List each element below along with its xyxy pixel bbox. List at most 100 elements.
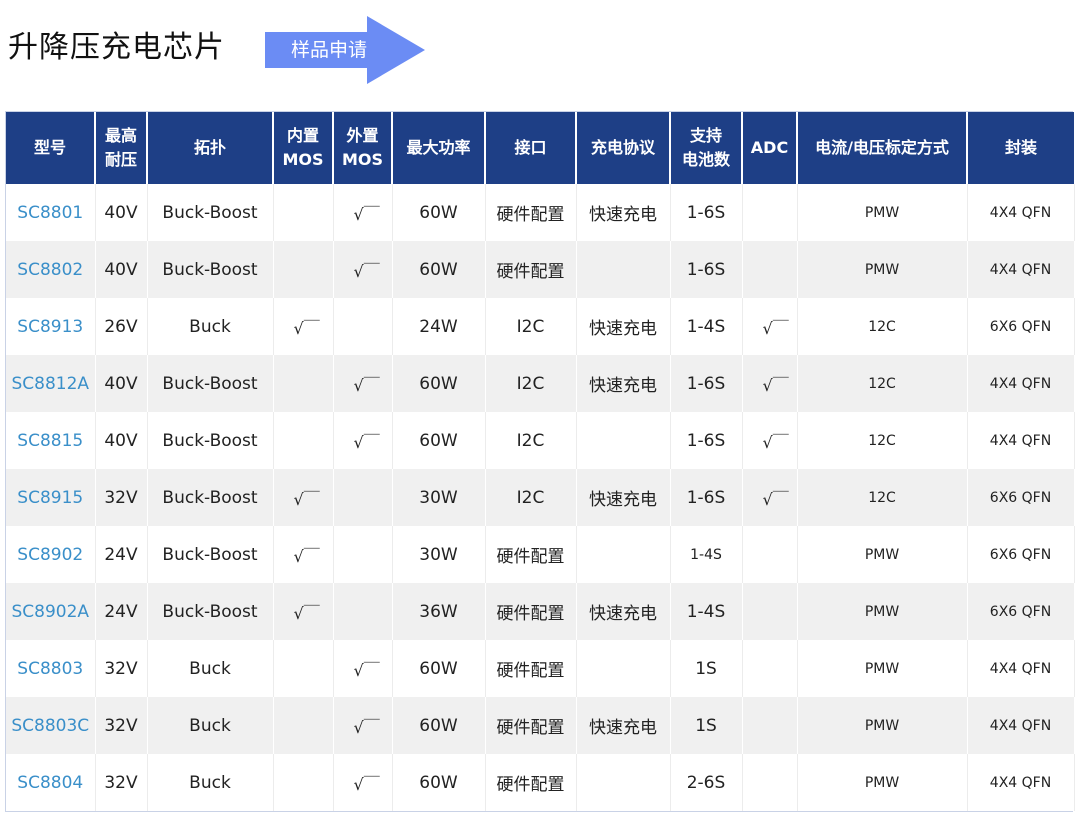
column-header-ext-mos: 外置 MOS <box>333 112 393 184</box>
sample-request-button[interactable]: 样品申请 <box>265 16 425 84</box>
cell-int-mos-check-icon: √￣ <box>273 526 334 583</box>
cell-pmax: 60W <box>392 355 486 412</box>
table-row: SC8801 40V Buck-Boost √￣ 60W 硬件配置 快速充电 1-6S PMW 4… <box>6 184 1075 241</box>
column-header-topology: 拓扑 <box>147 112 274 184</box>
cell-vmax: 32V <box>95 754 148 811</box>
table-row: SC8913 26V Buck √￣ 24W I2C 快速充电 1-4S √￣ 12C 6X6 QF… <box>6 298 1075 355</box>
cell-package: 4X4 QFN <box>967 184 1075 241</box>
model-link[interactable]: SC8801 <box>6 184 96 241</box>
cell-interface: I2C <box>485 355 577 412</box>
column-header-protocol: 充电协议 <box>576 112 671 184</box>
cell-vmax: 24V <box>95 526 148 583</box>
column-header-line1: 外置 <box>346 126 379 145</box>
column-header-line1: 封装 <box>1004 138 1037 157</box>
cell-interface: 硬件配置 <box>485 583 577 640</box>
model-link[interactable]: SC8902 <box>6 526 96 583</box>
model-link[interactable]: SC8803 <box>6 640 96 697</box>
cell-ext-mos-check-icon: √￣ <box>333 184 393 241</box>
cell-cells: 1-4S <box>670 526 743 583</box>
cell-ext-mos <box>333 298 393 355</box>
column-header-pmax: 最大功率 <box>392 112 486 184</box>
cell-adc-check-icon: √￣ <box>742 298 798 355</box>
cell-cells: 1-6S <box>670 469 743 526</box>
cell-package: 4X4 QFN <box>967 697 1075 754</box>
cell-adc <box>742 697 798 754</box>
cell-protocol <box>576 241 671 298</box>
table-row: SC8803C 32V Buck √￣ 60W 硬件配置 快速充电 1S PMW 4X4 QFN <box>6 697 1075 754</box>
cell-pmax: 60W <box>392 697 486 754</box>
cell-cells: 1-6S <box>670 412 743 469</box>
cell-int-mos <box>273 241 334 298</box>
cell-topology: Buck-Boost <box>147 469 274 526</box>
column-header-line1: 支持 <box>689 126 722 145</box>
column-header-line1: ADC <box>750 138 789 157</box>
model-link[interactable]: SC8804 <box>6 754 96 811</box>
table-body: SC8801 40V Buck-Boost √￣ 60W 硬件配置 快速充电 1-6S PMW 4… <box>6 184 1075 811</box>
cell-vmax: 40V <box>95 184 148 241</box>
cell-pmax: 60W <box>392 640 486 697</box>
column-header-line1: 拓扑 <box>193 138 226 157</box>
cell-calib: PMW <box>797 640 968 697</box>
cell-adc-check-icon: √￣ <box>742 355 798 412</box>
cell-package: 6X6 QFN <box>967 526 1075 583</box>
model-link[interactable]: SC8803C <box>6 697 96 754</box>
cell-ext-mos-check-icon: √￣ <box>333 754 393 811</box>
cell-pmax: 60W <box>392 412 486 469</box>
cell-ext-mos-check-icon: √￣ <box>333 697 393 754</box>
model-link[interactable]: SC8915 <box>6 469 96 526</box>
cell-calib: PMW <box>797 526 968 583</box>
column-header-line1: 型号 <box>33 138 66 157</box>
table-row: SC8804 32V Buck √￣ 60W 硬件配置 2-6S PMW 4X4 QFN <box>6 754 1075 811</box>
cell-interface: I2C <box>485 298 577 355</box>
cell-vmax: 24V <box>95 583 148 640</box>
cell-vmax: 40V <box>95 412 148 469</box>
cell-vmax: 32V <box>95 697 148 754</box>
cell-cells: 2-6S <box>670 754 743 811</box>
cell-calib: PMW <box>797 583 968 640</box>
cell-package: 4X4 QFN <box>967 241 1075 298</box>
cell-adc <box>742 640 798 697</box>
table-header: 型号 最高 耐压 拓扑 内置 MOS 外置 MOS 最大功率 接口 充电协议 支持 电池数 ADC 电流/电… <box>6 112 1074 184</box>
column-header-cells: 支持 电池数 <box>670 112 743 184</box>
cell-interface: 硬件配置 <box>485 526 577 583</box>
column-header-line2: 电池数 <box>681 150 730 169</box>
cell-interface: 硬件配置 <box>485 184 577 241</box>
cell-interface: 硬件配置 <box>485 754 577 811</box>
column-header-line1: 充电协议 <box>590 138 655 157</box>
model-link[interactable]: SC8815 <box>6 412 96 469</box>
cell-interface: 硬件配置 <box>485 640 577 697</box>
column-header-line1: 最大功率 <box>406 138 471 157</box>
product-table: 型号 最高 耐压 拓扑 内置 MOS 外置 MOS 最大功率 接口 充电协议 支持 电池数 ADC 电流/电… <box>6 112 1075 811</box>
cell-pmax: 36W <box>392 583 486 640</box>
model-link[interactable]: SC8902A <box>6 583 96 640</box>
cell-calib: PMW <box>797 754 968 811</box>
cell-protocol <box>576 640 671 697</box>
model-link[interactable]: SC8913 <box>6 298 96 355</box>
cell-pmax: 60W <box>392 754 486 811</box>
cell-package: 4X4 QFN <box>967 754 1075 811</box>
cell-protocol: 快速充电 <box>576 298 671 355</box>
cell-cells: 1S <box>670 640 743 697</box>
cell-pmax: 60W <box>392 184 486 241</box>
table-row: SC8812A 40V Buck-Boost √￣ 60W I2C 快速充电 1-6S √￣ 12… <box>6 355 1075 412</box>
cell-protocol: 快速充电 <box>576 697 671 754</box>
model-link[interactable]: SC8802 <box>6 241 96 298</box>
cell-cells: 1-6S <box>670 241 743 298</box>
cell-package: 6X6 QFN <box>967 469 1075 526</box>
cell-vmax: 26V <box>95 298 148 355</box>
cell-calib: 12C <box>797 355 968 412</box>
cell-package: 4X4 QFN <box>967 355 1075 412</box>
table-row: SC8902A 24V Buck-Boost √￣ 36W 硬件配置 快速充电 1-4S PMW… <box>6 583 1075 640</box>
column-header-line1: 电流/电压标定方式 <box>815 138 949 157</box>
cell-int-mos-check-icon: √￣ <box>273 469 334 526</box>
cell-int-mos-check-icon: √￣ <box>273 583 334 640</box>
cell-cells: 1-6S <box>670 184 743 241</box>
cell-pmax: 24W <box>392 298 486 355</box>
cell-adc <box>742 754 798 811</box>
cell-package: 6X6 QFN <box>967 583 1075 640</box>
column-header-model: 型号 <box>6 112 96 184</box>
cell-interface: I2C <box>485 469 577 526</box>
model-link[interactable]: SC8812A <box>6 355 96 412</box>
cell-interface: 硬件配置 <box>485 697 577 754</box>
cell-topology: Buck-Boost <box>147 355 274 412</box>
